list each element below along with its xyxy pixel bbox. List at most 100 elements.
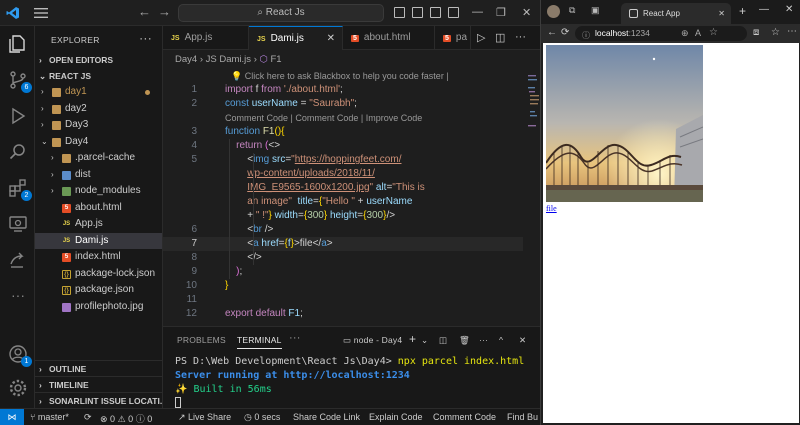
- customize-layout-icon[interactable]: [448, 7, 459, 18]
- tree-item[interactable]: 5 about.html: [35, 200, 162, 217]
- live-share-button[interactable]: ↗ Live Share: [178, 412, 231, 423]
- share-code-link-button[interactable]: Share Code Link: [293, 412, 360, 422]
- arrow-right-icon[interactable]: →: [158, 5, 171, 19]
- hamburger-menu-icon[interactable]: [34, 7, 48, 19]
- more-icon[interactable]: ···: [8, 286, 28, 306]
- editor-tabs: JS App.js JS Dami.js ✕ 5 about.html 5 pa ▷ ◫…: [163, 26, 540, 50]
- more-actions-icon[interactable]: ···: [289, 332, 301, 344]
- more-actions-icon[interactable]: ···: [139, 31, 152, 45]
- new-terminal-icon[interactable]: +: [409, 332, 416, 346]
- image-file-icon: [62, 302, 71, 312]
- tree-item[interactable]: › .parcel-cache: [35, 150, 162, 167]
- codelens[interactable]: Comment Code | Comment Code | Improve Co…: [163, 111, 523, 125]
- tree-item[interactable]: › node_modules: [35, 183, 162, 200]
- toggle-secondary-sidebar-icon[interactable]: [430, 7, 441, 18]
- file-link[interactable]: file: [546, 204, 557, 213]
- extensions-icon[interactable]: ⧈: [753, 27, 759, 38]
- zoom-icon[interactable]: ⊕: [681, 28, 689, 39]
- tree-item[interactable]: › day2: [35, 101, 162, 118]
- project-section[interactable]: ⌄ REACT JS: [35, 68, 162, 84]
- maximize-panel-icon[interactable]: ^: [499, 335, 503, 345]
- comment-code-button[interactable]: Comment Code: [433, 412, 496, 422]
- favorite-star-icon[interactable]: ☆: [709, 27, 718, 38]
- find-bugs-button[interactable]: Find Bu: [507, 412, 538, 422]
- profile-avatar[interactable]: [547, 5, 560, 18]
- tab-pa[interactable]: 5 pa: [435, 26, 471, 50]
- file-tree: › day1 › day2 › Day3 ⌄ Day4 › .parcel-cache › dist ›…: [35, 84, 162, 315]
- remote-indicator-icon[interactable]: ⋈: [0, 409, 24, 425]
- tree-item[interactable]: › dist: [35, 167, 162, 184]
- live-share-icon[interactable]: [8, 250, 28, 270]
- close-panel-icon[interactable]: ✕: [519, 335, 526, 346]
- terminal-selector[interactable]: ▭ node - Day4: [343, 335, 402, 346]
- chevron-down-icon[interactable]: ⌄: [421, 335, 428, 346]
- more-actions-icon[interactable]: ···: [515, 31, 526, 43]
- toggle-panel-icon[interactable]: [412, 7, 423, 18]
- code-line-wrap: wp-content/uploads/2018/11/: [247, 168, 375, 179]
- close-tab-icon[interactable]: ✕: [718, 3, 725, 24]
- trash-icon[interactable]: 🗑: [459, 335, 470, 346]
- tab-about-html[interactable]: 5 about.html: [343, 26, 435, 50]
- breadcrumb-day4[interactable]: Day4: [175, 54, 197, 65]
- favorites-icon[interactable]: ☆: [771, 27, 780, 38]
- timer-indicator[interactable]: ◷ 0 secs: [244, 412, 280, 423]
- tab-dami-js[interactable]: JS Dami.js ✕: [249, 26, 343, 50]
- back-icon[interactable]: ←: [547, 27, 557, 38]
- sonarlint-section[interactable]: › SONARLINT ISSUE LOCATI...: [35, 392, 162, 408]
- close-window-icon[interactable]: ✕: [785, 4, 793, 15]
- open-editors-section[interactable]: › OPEN EDITORS: [35, 52, 162, 68]
- breadcrumb-file[interactable]: JS Dami.js: [206, 54, 251, 65]
- tree-item[interactable]: profilephoto.jpg: [35, 299, 162, 316]
- tree-item[interactable]: ⌄ Day4: [35, 134, 162, 151]
- refresh-icon[interactable]: ⟳: [561, 27, 569, 38]
- minimize-icon[interactable]: —: [472, 6, 483, 18]
- explorer-sidebar: EXPLORER ··· › OPEN EDITORS ⌄ REACT JS › da…: [35, 26, 163, 408]
- tab-terminal[interactable]: TERMINAL: [237, 335, 282, 349]
- browser-tab-react-app[interactable]: React App ✕: [621, 3, 731, 24]
- sync-icon[interactable]: ⟳: [84, 412, 92, 423]
- minimap[interactable]: [526, 69, 540, 326]
- timeline-section[interactable]: › TIMELINE: [35, 376, 162, 392]
- minimize-icon[interactable]: —: [759, 4, 769, 15]
- split-terminal-icon[interactable]: ◫: [439, 335, 447, 346]
- new-tab-icon[interactable]: +: [739, 4, 746, 18]
- tree-item[interactable]: {} package.json: [35, 282, 162, 299]
- arrow-left-icon[interactable]: ←: [138, 5, 151, 19]
- workspaces-icon[interactable]: ⧉: [569, 5, 575, 16]
- problems-indicator[interactable]: ⊗ 0 ⚠ 0 ⓘ 0: [100, 412, 152, 425]
- tree-item[interactable]: › day1: [35, 84, 162, 101]
- outline-section[interactable]: › OUTLINE: [35, 360, 162, 376]
- branch-indicator[interactable]: ⑂ master*: [30, 412, 69, 422]
- explain-code-button[interactable]: Explain Code: [369, 412, 423, 422]
- close-window-icon[interactable]: ✕: [522, 6, 531, 19]
- tab-app-js[interactable]: JS App.js: [163, 26, 249, 50]
- address-bar[interactable]: ⓘ localhost:1234: [575, 26, 747, 41]
- tree-item[interactable]: JS App.js: [35, 216, 162, 233]
- tree-item[interactable]: {} package-lock.json: [35, 266, 162, 283]
- gear-icon[interactable]: [8, 378, 28, 398]
- explorer-icon[interactable]: [8, 34, 28, 54]
- read-aloud-icon[interactable]: A: [695, 28, 701, 38]
- blackbox-hint[interactable]: 💡 Click here to ask Blackbox to help you…: [163, 69, 523, 83]
- remote-explorer-icon[interactable]: [8, 214, 28, 234]
- split-editor-icon[interactable]: ◫: [495, 31, 505, 44]
- toggle-primary-sidebar-icon[interactable]: [394, 7, 405, 18]
- search-icon[interactable]: [8, 142, 28, 162]
- close-tab-icon[interactable]: ✕: [327, 27, 335, 51]
- tree-item[interactable]: JS Dami.js: [35, 232, 162, 249]
- restore-icon[interactable]: ❐: [496, 6, 506, 19]
- tab-actions-icon[interactable]: ▣: [591, 5, 600, 16]
- extensions-icon[interactable]: 2: [8, 178, 32, 201]
- tab-problems[interactable]: PROBLEMS: [177, 335, 226, 345]
- tree-item[interactable]: 5 index.html: [35, 249, 162, 266]
- more-icon[interactable]: ⋯: [787, 26, 797, 37]
- tree-item[interactable]: › Day3: [35, 117, 162, 134]
- source-control-icon[interactable]: 6: [8, 70, 32, 93]
- breadcrumb-symbol[interactable]: F1: [270, 54, 281, 65]
- command-center-search[interactable]: ⌕ React Js: [178, 4, 384, 22]
- modified-dot-icon: [145, 90, 150, 95]
- account-icon[interactable]: 1: [8, 344, 32, 367]
- run-icon[interactable]: ▷: [477, 31, 485, 44]
- run-debug-icon[interactable]: [8, 106, 28, 126]
- more-actions-icon[interactable]: ···: [479, 335, 488, 345]
